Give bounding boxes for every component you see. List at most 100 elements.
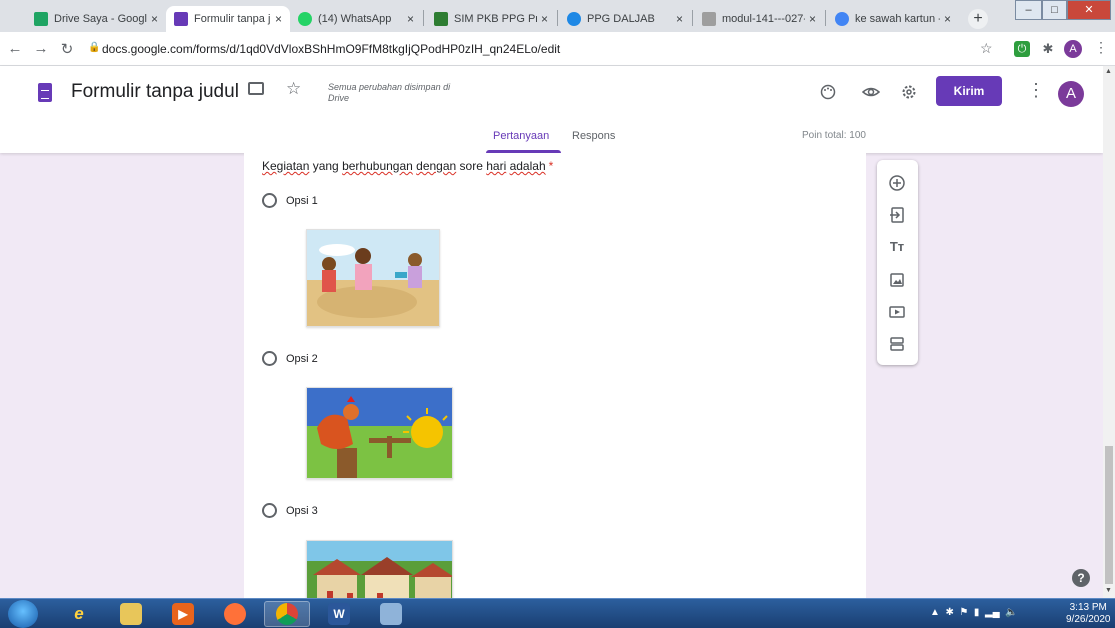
window-icon bbox=[380, 603, 402, 625]
add-section-icon[interactable] bbox=[888, 335, 906, 353]
question-word: berhubungan bbox=[342, 159, 413, 173]
clock-time: 3:13 PM bbox=[1069, 602, 1107, 613]
forward-arrow-icon[interactable]: → bbox=[32, 40, 50, 57]
tab-separator bbox=[423, 10, 424, 26]
address-bar: ← → ↻ 🔒 docs.google.com/forms/d/1qd0VdVl… bbox=[0, 32, 1115, 66]
taskbar-clock[interactable]: 3:13 PM 9/26/2020 bbox=[1066, 602, 1111, 626]
question-card[interactable]: Kegiatan yang berhubungan dengan sore ha… bbox=[244, 153, 866, 598]
save-status: Semua perubahan disimpan di Drive bbox=[328, 82, 451, 103]
children-playing-illustration bbox=[307, 230, 439, 326]
extension-icon[interactable]: ⏻ bbox=[1014, 41, 1030, 57]
close-icon[interactable]: × bbox=[944, 12, 951, 26]
form-title[interactable]: Formulir tanpa judul bbox=[71, 81, 239, 103]
help-icon[interactable]: ? bbox=[1072, 569, 1090, 587]
windows-start-button[interactable] bbox=[8, 600, 38, 628]
profile-avatar[interactable]: A bbox=[1064, 40, 1082, 58]
radio-button[interactable] bbox=[262, 193, 277, 208]
tab-drive[interactable]: Drive Saya - Google Drive × bbox=[26, 6, 166, 32]
url-field[interactable]: docs.google.com/forms/d/1qd0VdVloxBShHmO… bbox=[102, 42, 560, 56]
import-questions-icon[interactable] bbox=[888, 206, 906, 224]
back-arrow-icon[interactable]: ← bbox=[6, 40, 24, 57]
taskbar-chrome[interactable] bbox=[264, 601, 310, 627]
tab-responses[interactable]: Respons bbox=[572, 130, 615, 142]
close-window-button[interactable]: ✕ bbox=[1067, 0, 1111, 20]
new-tab-button[interactable]: + bbox=[968, 9, 988, 29]
word-icon: W bbox=[328, 603, 350, 625]
option-label: Opsi 2 bbox=[286, 352, 318, 365]
tab-forms[interactable]: Formulir tanpa judul - Google Formulir × bbox=[166, 6, 290, 32]
tab-label: ke sawah kartun - Google bbox=[855, 13, 940, 25]
add-video-icon[interactable] bbox=[888, 303, 906, 321]
minimize-button[interactable]: – bbox=[1015, 0, 1042, 20]
star-icon[interactable]: ☆ bbox=[286, 79, 301, 99]
close-icon[interactable]: × bbox=[541, 12, 548, 26]
internet-explorer-icon: e bbox=[74, 604, 84, 623]
media-player-icon: ▶ bbox=[172, 603, 194, 625]
tab-label: (14) WhatsApp bbox=[318, 13, 392, 25]
close-icon[interactable]: × bbox=[275, 12, 282, 26]
preview-eye-icon[interactable] bbox=[861, 84, 881, 105]
tab-modul[interactable]: modul-141---027- × bbox=[694, 6, 824, 32]
lock-icon: 🔒 bbox=[88, 42, 101, 53]
close-icon[interactable]: × bbox=[809, 12, 816, 26]
taskbar-media-player[interactable]: ▶ bbox=[160, 601, 206, 627]
tab-google-search[interactable]: ke sawah kartun - Google × bbox=[827, 6, 959, 32]
question-text[interactable]: Kegiatan yang berhubungan dengan sore ha… bbox=[262, 159, 553, 173]
option-label: Opsi 3 bbox=[286, 504, 318, 517]
more-options-icon[interactable]: ⋮ bbox=[1027, 80, 1045, 101]
folder-icon[interactable] bbox=[248, 82, 264, 95]
taskbar-firefox[interactable] bbox=[212, 601, 258, 627]
question-word: yang bbox=[309, 159, 343, 173]
bookmark-star-icon[interactable]: ☆ bbox=[980, 40, 993, 57]
send-button[interactable]: Kirim bbox=[936, 76, 1002, 106]
option-2-image[interactable] bbox=[306, 387, 453, 479]
add-question-icon[interactable] bbox=[888, 174, 906, 192]
forms-header: Formulir tanpa judul ☆ Semua perubahan d… bbox=[0, 66, 1103, 153]
village-houses-illustration bbox=[307, 541, 452, 598]
option-2[interactable]: Opsi 2 bbox=[262, 351, 318, 366]
taskbar-explorer[interactable] bbox=[108, 601, 154, 627]
close-icon[interactable]: × bbox=[151, 12, 158, 26]
tab-questions[interactable]: Pertanyaan bbox=[493, 130, 549, 142]
question-word: Kegiatan bbox=[262, 159, 310, 173]
folder-icon bbox=[120, 603, 142, 625]
tab-ppg-daljab[interactable]: PPG DALJAB × bbox=[559, 6, 691, 32]
scroll-up-arrow-icon[interactable]: ▲ bbox=[1105, 68, 1112, 75]
points-total: Poin total: 100 bbox=[802, 130, 866, 141]
extensions-puzzle-icon[interactable]: ✱ bbox=[1040, 41, 1056, 57]
taskbar-word[interactable]: W bbox=[316, 601, 362, 627]
browser-tab-strip: Drive Saya - Google Drive × Formulir tan… bbox=[0, 0, 1115, 32]
palette-icon[interactable] bbox=[820, 84, 836, 105]
tab-whatsapp[interactable]: (14) WhatsApp × bbox=[290, 6, 422, 32]
option-3-image[interactable] bbox=[306, 540, 453, 598]
close-icon[interactable]: × bbox=[407, 12, 414, 26]
browser-menu-icon[interactable]: ⋮ bbox=[1094, 39, 1108, 56]
reload-icon[interactable]: ↻ bbox=[58, 40, 76, 58]
scroll-down-arrow-icon[interactable]: ▼ bbox=[1105, 587, 1112, 594]
tab-separator bbox=[557, 10, 558, 26]
google-drive-icon bbox=[34, 12, 48, 26]
radio-button[interactable] bbox=[262, 351, 277, 366]
tab-label: PPG DALJAB bbox=[587, 13, 655, 25]
radio-button[interactable] bbox=[262, 503, 277, 518]
document-icon bbox=[702, 12, 716, 26]
option-3[interactable]: Opsi 3 bbox=[262, 503, 318, 518]
account-avatar[interactable]: A bbox=[1058, 81, 1084, 107]
maximize-button[interactable]: □ bbox=[1042, 0, 1067, 20]
option-label: Opsi 1 bbox=[286, 194, 318, 207]
question-word: adalah bbox=[509, 159, 546, 173]
page-scrollbar[interactable]: ▲ ▼ bbox=[1103, 66, 1115, 598]
close-icon[interactable]: × bbox=[676, 12, 683, 26]
google-forms-logo-icon[interactable] bbox=[38, 83, 52, 102]
windows-taskbar: e ▶ W ▲ ✱ ⚑ ▮ ▂▄ 🔈 3:13 PM 9/26/2020 bbox=[0, 598, 1115, 628]
add-title-icon[interactable]: Tт bbox=[888, 238, 906, 256]
scroll-thumb[interactable] bbox=[1105, 446, 1113, 584]
option-1[interactable]: Opsi 1 bbox=[262, 193, 318, 208]
option-1-image[interactable] bbox=[306, 229, 440, 327]
tab-sim-pkb[interactable]: SIM PKB PPG Prajabatan × bbox=[426, 6, 556, 32]
system-tray-icons[interactable]: ▲ ✱ ⚑ ▮ ▂▄ 🔈 bbox=[930, 607, 1018, 618]
add-image-icon[interactable] bbox=[888, 271, 906, 289]
taskbar-ie[interactable]: e bbox=[56, 601, 102, 627]
settings-gear-icon[interactable] bbox=[901, 84, 917, 105]
taskbar-window[interactable] bbox=[368, 601, 414, 627]
